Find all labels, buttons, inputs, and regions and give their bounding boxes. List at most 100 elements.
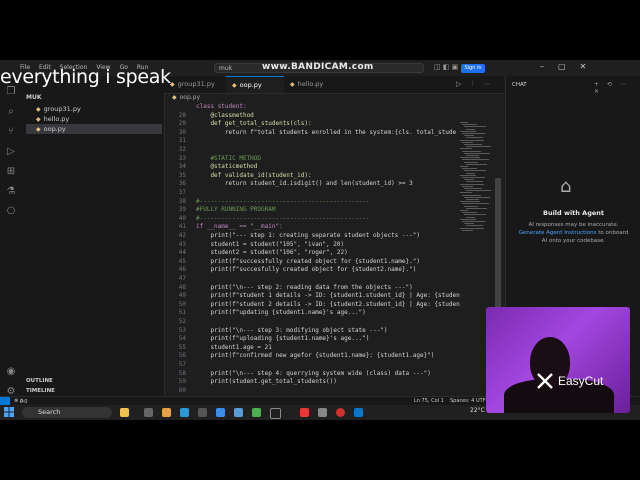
minimap-line — [466, 128, 475, 130]
weather-temp: 22°C — [470, 407, 485, 414]
vscode-icon[interactable] — [354, 408, 363, 417]
mail-icon[interactable] — [216, 408, 225, 417]
minimap-line — [466, 190, 491, 192]
minimap-line — [462, 159, 489, 161]
minimap-line — [466, 207, 487, 209]
minimap-line — [462, 141, 473, 143]
minimap-line — [460, 192, 472, 194]
minimap-line — [460, 139, 484, 141]
explorer-sidebar: MUK ◆ group31.py ◆ hello.py ◆ oop.py OUTLIN… — [22, 76, 165, 406]
source-control-icon[interactable]: ⑂ — [5, 126, 17, 138]
sign-in-button[interactable]: Sign in — [461, 64, 485, 73]
indentation[interactable]: Spaces: 4 — [450, 398, 474, 404]
minimap-line — [466, 216, 475, 218]
task-view-icon[interactable] — [144, 408, 153, 417]
minimize-icon[interactable]: – — [540, 62, 544, 71]
python-file-icon: ◆ — [290, 81, 295, 88]
webcam-overlay — [486, 307, 630, 413]
minimap-line — [466, 137, 483, 139]
edge-icon[interactable] — [180, 408, 189, 417]
file-hello[interactable]: ◆ hello.py — [26, 114, 162, 124]
taskbar-search-label: Search — [38, 408, 61, 416]
window-controls[interactable]: – ▢ ✕ — [540, 62, 586, 71]
layout-icons[interactable]: ◫ ◧ ▣ — [434, 63, 458, 71]
minimap-line — [464, 144, 482, 145]
generate-instructions-link[interactable]: Generate Agent Instructions — [519, 230, 597, 236]
outline-section[interactable]: OUTLINE — [26, 378, 53, 384]
code-editor[interactable]: class student: 28 @classmethod 29 def get_… — [164, 102, 494, 398]
search-icon[interactable]: ⌕ — [5, 106, 17, 118]
python-file-icon: ◆ — [36, 116, 41, 123]
file-group31[interactable]: ◆ group31.py — [26, 104, 162, 114]
chat-info: AI responses may be inaccurate. Generate… — [516, 221, 631, 245]
minimap-line — [464, 170, 486, 172]
chat-toolbar-icons[interactable]: + ⟲ ⋯ ✕ — [594, 81, 640, 95]
tab-hello[interactable]: ◆ hello.py — [284, 76, 342, 93]
minimap-line — [462, 229, 473, 231]
file-oop[interactable]: ◆ oop.py — [26, 124, 162, 134]
close-icon[interactable]: ✕ — [580, 62, 587, 71]
file-label: group31.py — [43, 105, 81, 113]
chat-title: Build with Agent — [542, 209, 604, 217]
bandicam-icon[interactable] — [336, 408, 345, 417]
minimap-line — [464, 135, 474, 137]
tab-oop[interactable]: ◆ oop.py — [226, 76, 284, 93]
problems-indicator[interactable]: ⊗ 0 ⚠ 0 — [14, 398, 27, 405]
minimap-line — [464, 152, 490, 154]
minimap-line — [462, 168, 477, 170]
minimap-line — [466, 199, 479, 200]
taskbar-search[interactable]: Search — [22, 407, 112, 418]
file-explorer-icon[interactable] — [162, 408, 171, 417]
media-icon[interactable] — [300, 408, 309, 417]
minimap-line — [464, 126, 486, 128]
store-icon[interactable] — [198, 408, 207, 417]
python-icon[interactable]: ⎔ — [5, 206, 17, 218]
maximize-icon[interactable]: ▢ — [558, 62, 566, 71]
minimap-line — [460, 201, 480, 203]
breadcrumb-label: oop.py — [179, 94, 201, 101]
widgets-icon[interactable] — [120, 408, 129, 417]
browser-icon[interactable] — [318, 408, 327, 417]
minimap-line — [462, 212, 477, 214]
folder-header[interactable]: MUK — [26, 94, 42, 101]
minimap-line — [466, 225, 483, 227]
minimap-line — [466, 146, 491, 148]
minimap-line — [464, 223, 474, 225]
minimap-line — [460, 183, 484, 185]
extensions-icon[interactable]: ⊞ — [5, 166, 17, 178]
minimap-line — [462, 150, 481, 152]
system-tray[interactable]: 22°C — [470, 407, 485, 414]
word-icon[interactable] — [234, 408, 243, 417]
python-file-icon: ◆ — [172, 94, 177, 101]
minimap-line — [462, 124, 477, 126]
app-icon[interactable] — [252, 408, 261, 417]
easycut-brand: EasyCut — [558, 374, 604, 388]
caption-overlay: everything i speak — [0, 66, 171, 88]
minimap-line — [466, 163, 487, 165]
tab-label: hello.py — [297, 80, 324, 88]
minimap-line — [460, 218, 476, 220]
tab-label: group31.py — [177, 80, 215, 88]
minimap-line — [460, 210, 468, 211]
windows-start-icon[interactable] — [4, 407, 14, 417]
minimap-line — [466, 172, 475, 174]
minimap[interactable] — [460, 122, 492, 232]
file-label: oop.py — [43, 125, 66, 133]
run-debug-icon[interactable]: ▷ — [5, 146, 17, 158]
chat-header: CHAT — [512, 82, 527, 88]
breadcrumb[interactable]: ◆ oop.py — [172, 94, 200, 101]
easycut-logo-icon — [537, 373, 553, 389]
terminal-icon[interactable] — [270, 408, 281, 419]
minimap-line — [464, 161, 478, 163]
code-line[interactable]: 60 — [164, 386, 494, 395]
timeline-section[interactable]: TIMELINE — [26, 388, 55, 394]
testing-icon[interactable]: ⚗ — [5, 186, 17, 198]
search-query: muk — [219, 65, 233, 72]
minimap-line — [464, 205, 478, 207]
minimap-line — [460, 148, 472, 150]
account-icon[interactable]: ◉ — [5, 366, 17, 378]
tab-group31[interactable]: ◆ group31.py — [164, 76, 226, 93]
cursor-position[interactable]: Ln 75, Col 1 — [414, 398, 444, 404]
minimap-line — [460, 130, 476, 132]
editor-actions[interactable]: ▷ ⫶ ⋯ — [456, 80, 495, 89]
